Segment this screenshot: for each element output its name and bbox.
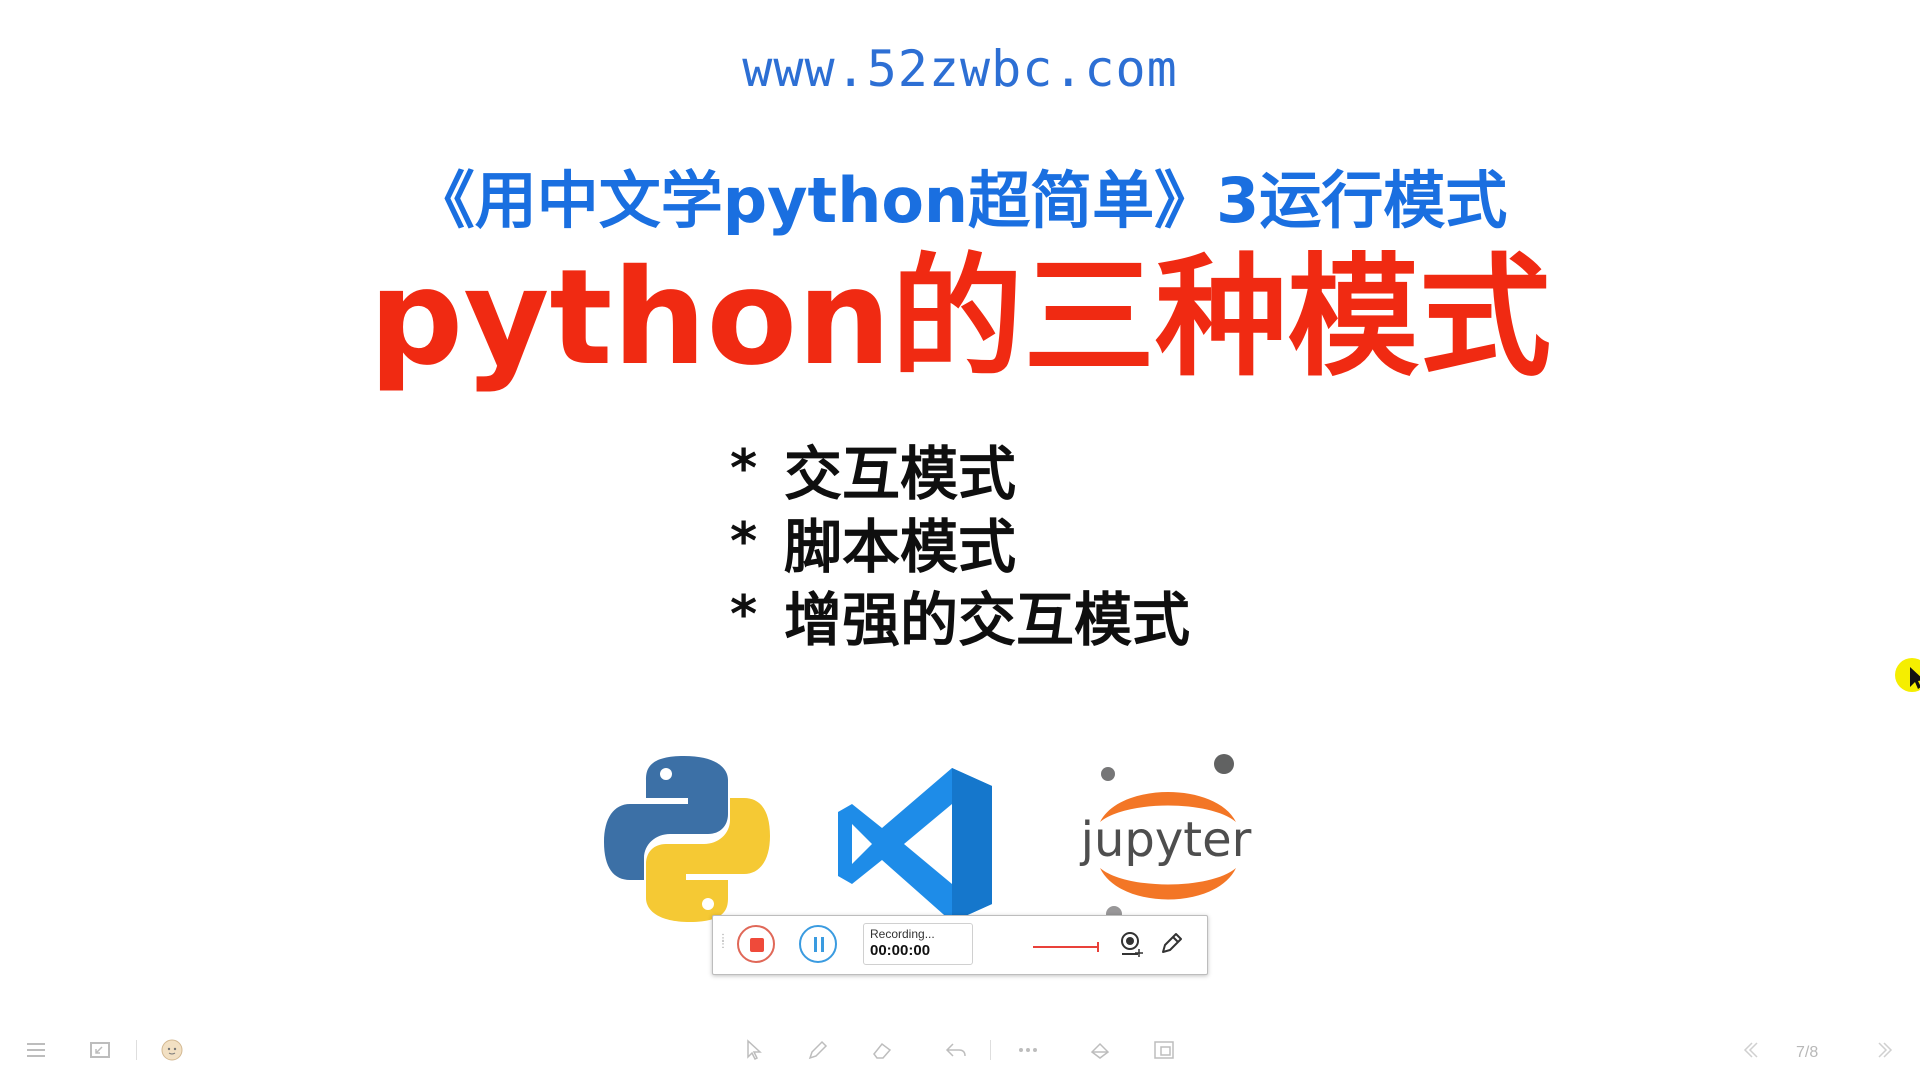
- next-slide-icon[interactable]: [1874, 1038, 1898, 1062]
- site-url: www.52zwbc.com: [742, 40, 1178, 98]
- audio-level-indicator: [1033, 942, 1099, 952]
- pause-icon: [814, 937, 817, 952]
- presentation-toolbar: 7/8: [0, 1030, 1920, 1070]
- bullet-text: 增强的交互模式: [784, 585, 1191, 654]
- bullet-text: 交互模式: [784, 439, 1017, 508]
- highlighter-icon[interactable]: [1088, 1038, 1112, 1062]
- cursor-highlight-icon: [1895, 658, 1920, 692]
- recording-timer: 00:00:00: [870, 942, 931, 959]
- bullet-item: * 交互模式: [730, 432, 1190, 508]
- vscode-logo: [838, 768, 992, 922]
- jupyter-logo: jupyter: [1080, 754, 1252, 922]
- bullet-list: * 交互模式 * 脚本模式 * 增强的交互模式: [730, 432, 1190, 654]
- webcam-icon[interactable]: [1117, 930, 1145, 958]
- bullet-item: * 脚本模式: [730, 505, 1190, 581]
- toolbar-divider: [990, 1040, 991, 1060]
- python-logo: [604, 756, 770, 922]
- exit-slideshow-icon[interactable]: [88, 1038, 112, 1062]
- more-icon[interactable]: [1016, 1038, 1040, 1062]
- slide-title: python的三种模式: [368, 241, 1552, 395]
- pause-recording-button[interactable]: [799, 925, 837, 963]
- pointer-icon[interactable]: [742, 1038, 766, 1062]
- bullet-item: * 增强的交互模式: [730, 578, 1190, 654]
- page-indicator: 7/8: [1796, 1044, 1819, 1061]
- bullet-marker: *: [730, 511, 758, 572]
- bullet-text: 脚本模式: [784, 512, 1017, 581]
- bullet-marker: *: [730, 438, 758, 499]
- drag-handle[interactable]: ⋮ ⋮: [718, 934, 728, 954]
- toolbar-divider: [136, 1040, 137, 1060]
- pen-icon[interactable]: [1157, 930, 1185, 958]
- menu-icon[interactable]: [24, 1038, 48, 1062]
- jupyter-wordmark: jupyter: [1080, 812, 1252, 868]
- slide: www.52zwbc.com 《用中文学python超简单》3运行模式 pyth…: [0, 0, 1920, 1080]
- stop-recording-button[interactable]: [737, 925, 775, 963]
- recorder-toolbar[interactable]: ⋮ ⋮ Recording... 00:00:00: [712, 915, 1208, 975]
- slide-overview-icon[interactable]: [1152, 1038, 1176, 1062]
- logo-row: jupyter: [600, 750, 1280, 930]
- pen-tool-icon[interactable]: [806, 1038, 830, 1062]
- bullet-marker: *: [730, 584, 758, 645]
- eraser-icon[interactable]: [870, 1038, 894, 1062]
- recording-status-panel: Recording... 00:00:00: [863, 923, 973, 965]
- recording-status: Recording...: [870, 927, 935, 941]
- undo-icon[interactable]: [944, 1038, 968, 1062]
- slide-subtitle: 《用中文学python超简单》3运行模式: [412, 164, 1508, 237]
- stop-icon: [750, 938, 764, 952]
- previous-slide-icon[interactable]: [1738, 1038, 1762, 1062]
- avatar-icon[interactable]: [160, 1038, 184, 1062]
